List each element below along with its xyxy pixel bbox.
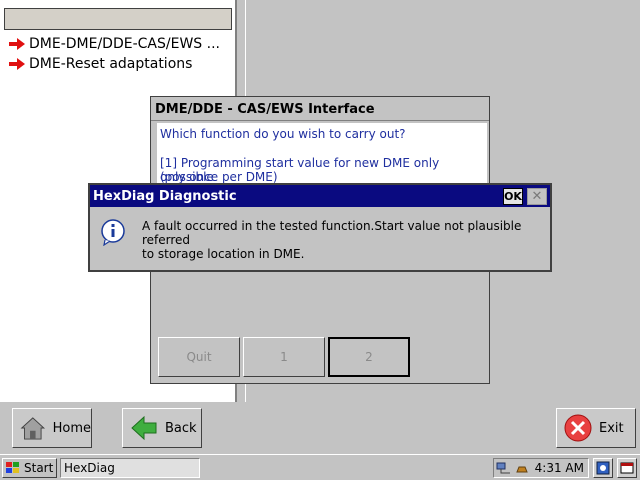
home-icon <box>20 417 46 440</box>
switch-window-button[interactable] <box>617 458 637 478</box>
info-icon <box>101 219 125 246</box>
network-icon[interactable] <box>496 461 512 475</box>
bottom-toolbar: Home Back Exit <box>0 402 640 454</box>
close-button[interactable]: ✕ <box>527 188 547 205</box>
clock[interactable]: 4:31 AM <box>535 461 584 475</box>
option-2-button[interactable]: 2 <box>328 337 410 377</box>
taskbar-item-hexdiag[interactable]: HexDiag <box>60 458 200 478</box>
ok-button[interactable]: OK <box>503 188 523 205</box>
windows-logo-icon <box>6 462 19 473</box>
list-header <box>4 8 232 30</box>
error-dialog: HexDiag Diagnostic OK ✕ A fault occurred… <box>88 183 552 272</box>
help-icon-button[interactable] <box>593 458 613 478</box>
window-title: DME/DDE - CAS/EWS Interface <box>151 97 489 121</box>
usb-icon[interactable] <box>515 461 529 475</box>
exit-button[interactable]: Exit <box>556 408 636 448</box>
question-text: Which function do you wish to carry out? <box>160 127 406 141</box>
back-button[interactable]: Back <box>122 408 202 448</box>
list-item-reset-adaptations[interactable]: DME-Reset adaptations <box>8 54 233 74</box>
dialog-title: HexDiag Diagnostic <box>90 185 550 207</box>
red-arrow-icon <box>9 58 25 70</box>
quit-button[interactable]: Quit <box>158 337 240 377</box>
start-button[interactable]: Start <box>2 458 57 478</box>
list-item-label: DME-Reset adaptations <box>29 56 193 72</box>
dialog-message: A fault occurred in the tested function.… <box>142 219 522 261</box>
taskbar: Start HexDiag 4:31 AM <box>0 454 640 480</box>
exit-icon <box>564 414 592 442</box>
option-1-button[interactable]: 1 <box>243 337 325 377</box>
window-switch-icon <box>620 462 634 474</box>
system-tray: 4:31 AM <box>493 458 589 478</box>
desktop-icon <box>596 461 610 475</box>
list-item-label: DME-DME/DDE-CAS/EWS ... <box>29 36 220 52</box>
back-arrow-icon <box>131 415 157 441</box>
option-1-text-cont[interactable]: only once per DME) <box>160 170 278 184</box>
home-button[interactable]: Home <box>12 408 92 448</box>
red-arrow-icon <box>9 38 25 50</box>
list-item-dme-cas-ews[interactable]: DME-DME/DDE-CAS/EWS ... <box>8 34 233 54</box>
